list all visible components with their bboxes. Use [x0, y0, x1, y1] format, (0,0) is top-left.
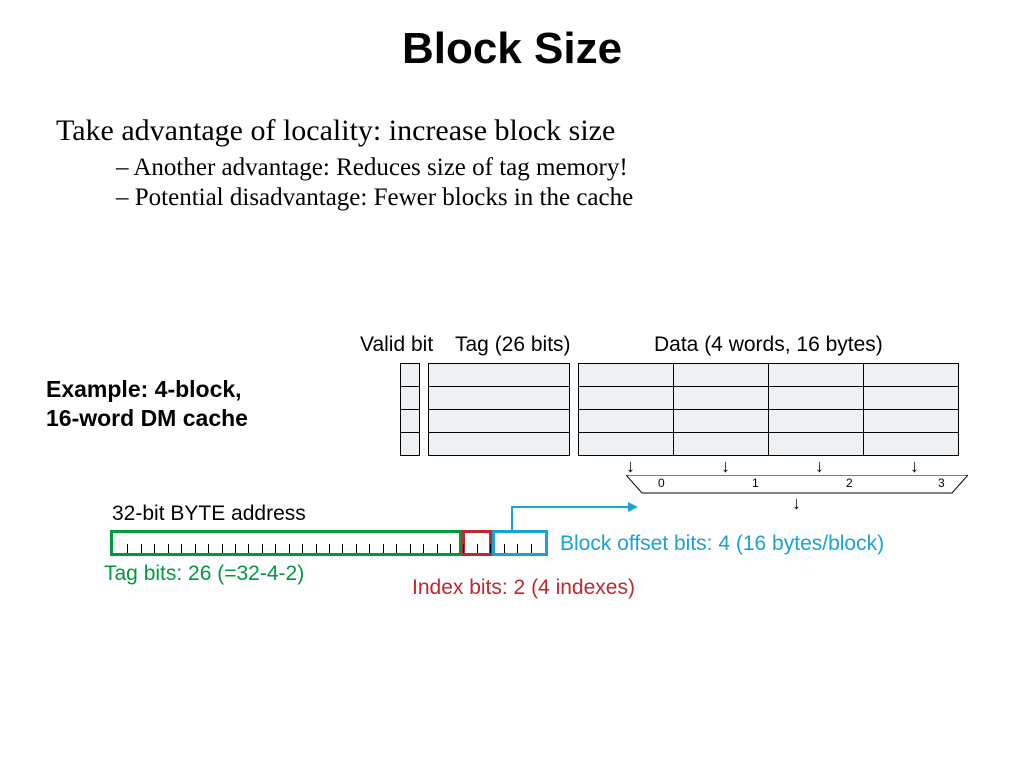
example-line-2: 16-word DM cache [46, 405, 248, 431]
caption-tag: Tag bits: 26 (=32-4-2) [104, 562, 304, 586]
header-data: Data (4 words, 16 bytes) [654, 333, 883, 357]
arrow-down-icon: ↓ [815, 457, 824, 475]
header-tag: Tag (26 bits) [455, 333, 571, 357]
bullet-2: Potential disadvantage: Fewer blocks in … [116, 184, 976, 212]
arrow-down-icon: ↓ [626, 457, 635, 475]
arrow-down-icon: ↓ [721, 457, 730, 475]
mux-label-1: 1 [752, 476, 759, 490]
slide-title: Block Size [0, 24, 1024, 74]
address-bar [110, 530, 550, 556]
mux-label-0: 0 [658, 476, 665, 490]
cache-table: Valid bit Tag (26 bits) Data (4 words, 1… [400, 363, 959, 456]
arrow-down-icon: ↓ [910, 457, 919, 475]
mux-label-2: 2 [846, 476, 853, 490]
example-label: Example: 4-block, 16-word DM cache [46, 375, 248, 433]
arrow-down-icon: ↓ [792, 494, 801, 512]
mux-label-3: 3 [938, 476, 945, 490]
slide-body: Take advantage of locality: increase blo… [56, 114, 976, 214]
example-line-1: Example: 4-block, [46, 376, 242, 402]
address-bit-ticks [114, 544, 544, 554]
cache-grid [400, 363, 959, 456]
header-valid: Valid bit [360, 333, 433, 357]
word-mux [626, 475, 968, 495]
caption-index: Index bits: 2 (4 indexes) [412, 576, 635, 600]
offset-to-mux-arrow-icon [510, 495, 640, 535]
lead-text: Take advantage of locality: increase blo… [56, 114, 976, 148]
bullet-1: Another advantage: Reduces size of tag m… [116, 154, 976, 182]
address-label: 32-bit BYTE address [112, 502, 306, 526]
caption-offset: Block offset bits: 4 (16 bytes/block) [560, 532, 884, 556]
